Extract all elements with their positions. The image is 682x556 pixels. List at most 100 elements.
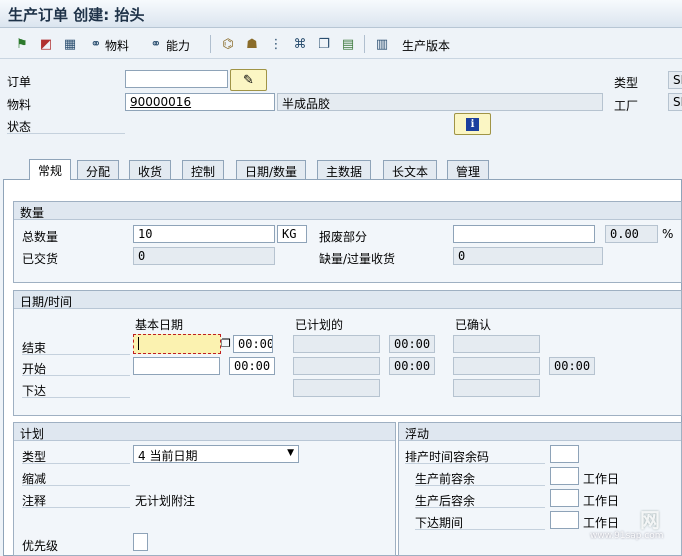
- float-after-field[interactable]: [550, 489, 579, 507]
- material-label: 物料: [7, 98, 32, 112]
- start-underline: [22, 375, 130, 376]
- conf-finish-date-field: [453, 335, 540, 353]
- capacity-icon[interactable]: ⚭: [148, 36, 164, 52]
- tab-master-data[interactable]: 主数据: [317, 160, 372, 180]
- chevron-down-icon[interactable]: ▼: [287, 448, 294, 458]
- basic-dates-header: 基本日期: [135, 318, 184, 332]
- float-before-unit: 工作日: [583, 472, 620, 486]
- hierarchy-icon[interactable]: ⌬: [220, 36, 236, 52]
- sequences-icon[interactable]: ⌘: [292, 36, 308, 52]
- conf-release-date-field: [453, 379, 540, 397]
- float-underline: [415, 529, 545, 530]
- documents-icon[interactable]: ❐: [316, 36, 332, 52]
- plan-group: 计划: [13, 422, 396, 556]
- capacity-button[interactable]: 能力: [166, 37, 190, 54]
- status-info-button[interactable]: i: [454, 113, 491, 135]
- note-value: 无计划附注: [135, 494, 196, 508]
- shortage-field: 0: [453, 247, 603, 265]
- priority-field[interactable]: [133, 533, 148, 551]
- scheduling-type-value: 4 当前日期: [138, 449, 198, 463]
- production-version-icon[interactable]: ▥: [374, 36, 390, 52]
- total-qty-field[interactable]: 10: [133, 225, 275, 243]
- application-toolbar: ⚑ ◩ ▦ ⚭ 物料 ⚭ 能力 ⌬ ☗ ⋮ ⌘ ❐ ▤ ▥ 生产版本: [0, 29, 682, 59]
- order-field[interactable]: [125, 70, 228, 88]
- scheduled-header: 已计划的: [295, 318, 344, 332]
- float-underline: [415, 485, 545, 486]
- edit-order-button[interactable]: ✎: [230, 69, 267, 91]
- window-title-bar: 生产订单 创建: 抬头: [0, 0, 682, 28]
- info-icon: i: [466, 117, 479, 131]
- material-button[interactable]: 物料: [105, 37, 129, 54]
- dates-group-title: 日期/时间: [14, 291, 681, 309]
- calculator-icon[interactable]: ▦: [62, 36, 78, 52]
- quantity-group-title: 数量: [14, 202, 681, 220]
- scheduling-type-underline: [22, 463, 130, 464]
- plant-field: SI: [668, 93, 682, 111]
- material-field[interactable]: 90000016: [125, 93, 275, 111]
- delivered-label: 已交货: [22, 252, 59, 266]
- scheduling-type-select[interactable]: 4 当前日期 ▼: [133, 445, 299, 463]
- percent-sign: %: [662, 227, 674, 241]
- float-underline: [405, 463, 545, 464]
- tab-assignment[interactable]: 分配: [77, 160, 120, 180]
- order-label: 订单: [7, 75, 32, 89]
- pencil-icon: ✎: [243, 72, 254, 88]
- unit-field[interactable]: KG: [277, 225, 307, 243]
- priority-label: 优先级: [22, 539, 59, 553]
- sched-finish-date-field: [293, 335, 380, 353]
- sched-release-date-field: [293, 379, 380, 397]
- components-icon[interactable]: ☗: [244, 36, 260, 52]
- tab-administration[interactable]: 管理: [447, 160, 490, 180]
- finish-underline: [22, 354, 130, 355]
- conf-start-time-field: 00:00: [549, 357, 595, 375]
- float-underline: [415, 507, 545, 508]
- status-underline: [7, 133, 125, 134]
- basic-finish-date-field[interactable]: [133, 334, 221, 354]
- sched-start-date-field: [293, 357, 380, 375]
- shortage-label: 缺量/过量收货: [319, 252, 396, 266]
- basic-finish-time-field[interactable]: 00:00: [233, 335, 273, 353]
- basic-start-time-field[interactable]: 00:00: [229, 357, 275, 375]
- sched-start-time-field: 00:00: [389, 357, 435, 375]
- float-before-field[interactable]: [550, 467, 579, 485]
- delivered-field: 0: [133, 247, 275, 265]
- tab-control[interactable]: 控制: [182, 160, 225, 180]
- reduction-underline: [22, 485, 130, 486]
- note-underline: [22, 507, 130, 508]
- material-overview-icon[interactable]: ⚭: [88, 36, 104, 52]
- watermark-url: www.91sap.com: [590, 531, 664, 541]
- total-qty-label: 总数量: [22, 230, 59, 244]
- order-type-field: SI: [668, 71, 682, 89]
- tab-long-text[interactable]: 长文本: [383, 160, 438, 180]
- toolbar-separator: [364, 35, 365, 53]
- release-period-unit: 工作日: [583, 516, 620, 530]
- order-type-label: 类型: [614, 76, 639, 90]
- tab-goods-receipt[interactable]: 收货: [129, 160, 172, 180]
- calendar-icon[interactable]: ❐: [221, 337, 231, 350]
- basic-start-date-field[interactable]: [133, 357, 220, 375]
- scrap-field[interactable]: [453, 225, 595, 243]
- float-group-title: 浮动: [399, 423, 681, 441]
- sched-finish-time-field: 00:00: [389, 335, 435, 353]
- flag-icon[interactable]: ⚑: [14, 36, 30, 52]
- tab-dates-quantities[interactable]: 日期/数量: [236, 160, 307, 180]
- release-underline: [22, 397, 130, 398]
- float-after-unit: 工作日: [583, 494, 620, 508]
- scrap-label: 报废部分: [319, 230, 368, 244]
- production-version-button[interactable]: 生产版本: [402, 37, 450, 54]
- prt-icon[interactable]: ▤: [340, 36, 356, 52]
- conf-start-date-field: [453, 357, 540, 375]
- plant-label: 工厂: [614, 99, 639, 113]
- watermark-text: 网: [640, 508, 660, 532]
- plan-group-title: 计划: [14, 423, 395, 441]
- scrap-percent-field: 0.00: [605, 225, 658, 243]
- tab-general[interactable]: 常规: [29, 159, 72, 180]
- window-title: 生产订单 创建: 抬头: [8, 6, 145, 24]
- material-description: 半成品胶: [277, 93, 603, 111]
- display-object-icon[interactable]: ◩: [38, 36, 54, 52]
- sched-margin-field[interactable]: [550, 445, 579, 463]
- toolbar-separator: [210, 35, 211, 53]
- confirmed-header: 已确认: [455, 318, 492, 332]
- operations-icon[interactable]: ⋮: [268, 36, 284, 52]
- release-period-field[interactable]: [550, 511, 579, 529]
